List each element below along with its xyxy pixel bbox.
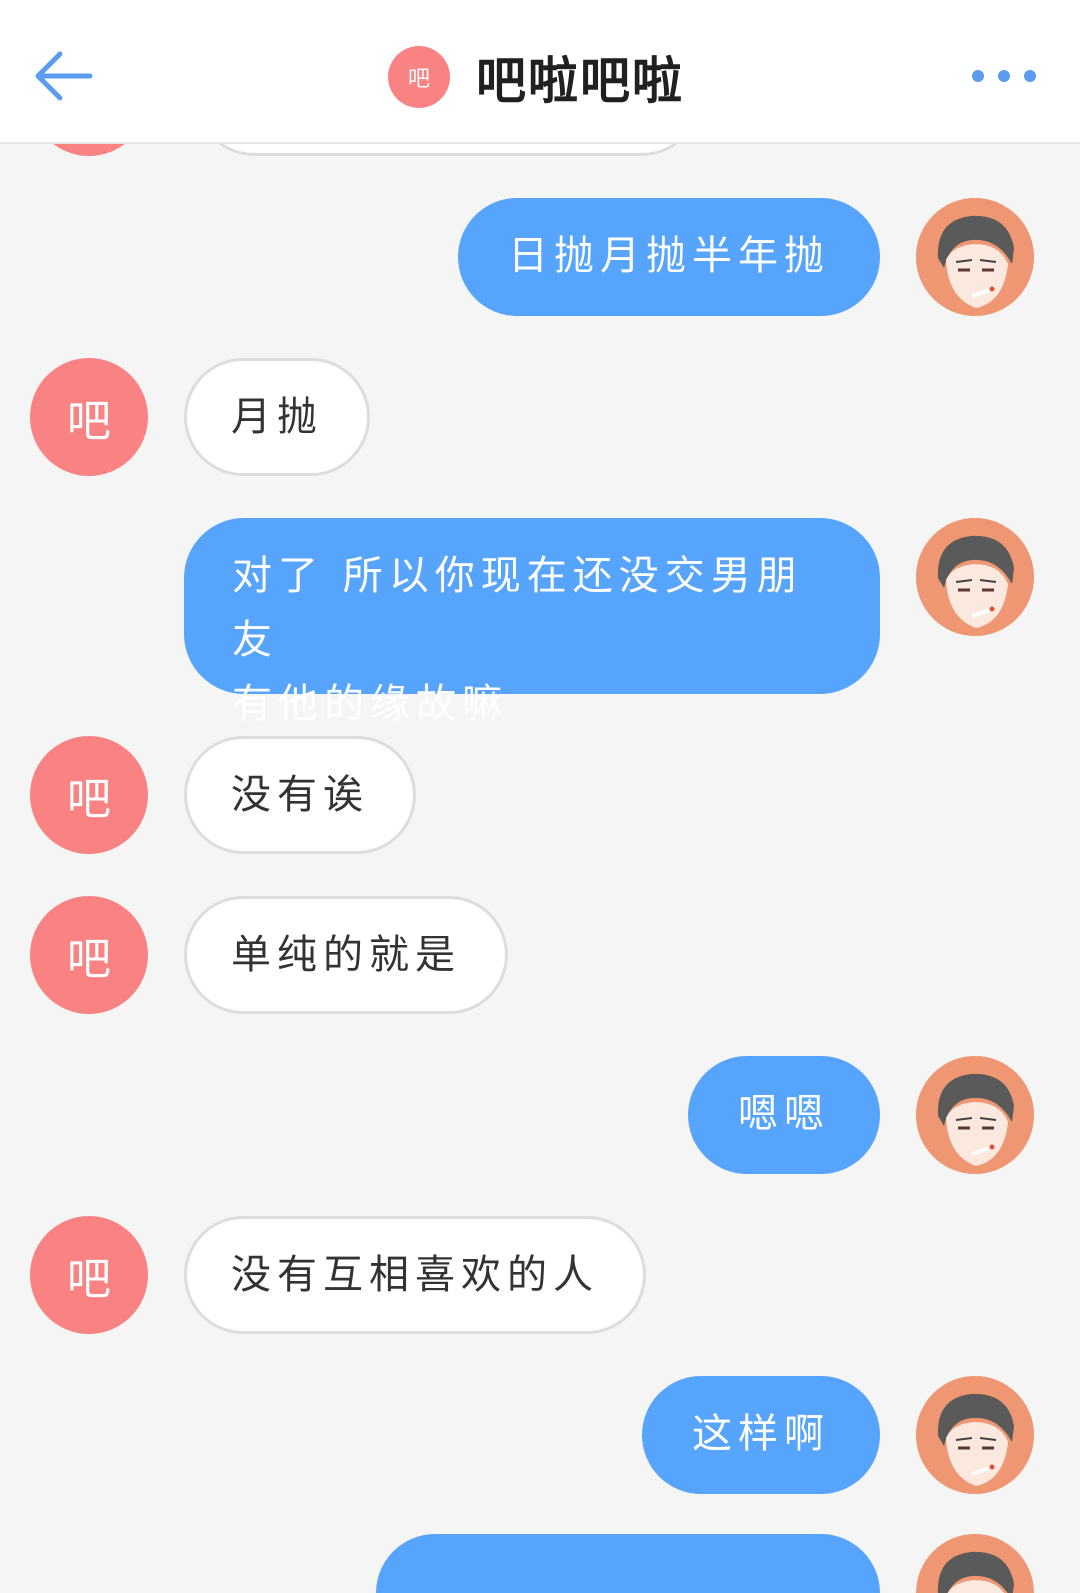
user-avatar[interactable]	[916, 518, 1034, 636]
message-bubble-incoming[interactable]: 月抛	[184, 358, 370, 476]
more-options-button[interactable]	[972, 64, 1036, 88]
message-text: 日抛月抛半年抛	[508, 233, 830, 279]
user-avatar[interactable]	[916, 1056, 1034, 1174]
user-avatar[interactable]	[916, 1376, 1034, 1494]
arrow-left-icon	[35, 51, 93, 101]
message-bubble-outgoing[interactable]: 日抛月抛半年抛	[458, 198, 880, 316]
message-text-line: 对了 所以你现在还没交男朋友	[232, 553, 803, 663]
avatar-illustration	[916, 1056, 1034, 1174]
user-avatar[interactable]	[916, 198, 1034, 316]
avatar-illustration	[916, 518, 1034, 636]
message-bubble-incoming[interactable]: 没有互相喜欢的人	[184, 1216, 646, 1334]
user-avatar-partial[interactable]	[916, 1534, 1034, 1593]
message-bubble-outgoing[interactable]: 对了 所以你现在还没交男朋友 有他的缘故嘛	[184, 518, 880, 727]
contact-avatar[interactable]: 吧	[30, 896, 148, 1014]
contact-avatar[interactable]: 吧	[30, 736, 148, 854]
back-button[interactable]	[32, 46, 96, 106]
avatar-illustration	[916, 1376, 1034, 1494]
message-bubble-outgoing-partial[interactable]	[376, 1534, 880, 1593]
message-text: 这样啊	[692, 1411, 830, 1457]
chat-avatar[interactable]: 吧	[388, 46, 450, 108]
avatar-illustration	[916, 1534, 1034, 1593]
contact-avatar[interactable]: 吧	[30, 358, 148, 476]
message-text: 没有诶	[231, 772, 369, 818]
chat-header: 吧 吧啦吧啦	[0, 0, 1080, 144]
contact-avatar[interactable]: 吧	[30, 1216, 148, 1334]
more-horizontal-icon	[972, 70, 984, 82]
message-text: 嗯嗯	[738, 1091, 830, 1137]
chat-title: 吧啦吧啦	[476, 52, 684, 110]
message-text: 单纯的就是	[231, 932, 461, 978]
message-bubble-outgoing[interactable]: 这样啊	[642, 1376, 880, 1494]
more-horizontal-icon	[998, 70, 1010, 82]
message-text-line: 有他的缘故嘛	[232, 681, 508, 727]
more-horizontal-icon	[1024, 70, 1036, 82]
avatar-illustration	[916, 198, 1034, 316]
message-bubble-outgoing[interactable]: 嗯嗯	[688, 1056, 880, 1174]
message-text: 没有互相喜欢的人	[231, 1252, 599, 1298]
message-text: 月抛	[231, 394, 323, 440]
message-bubble-incoming[interactable]: 没有诶	[184, 736, 416, 854]
chat-area: 日抛月抛半年抛 吧 月抛 对了 所以你现在还没交男朋友 有他的缘故嘛 吧 没有诶…	[0, 0, 1080, 1593]
message-bubble-incoming[interactable]: 单纯的就是	[184, 896, 508, 1014]
chat-title-group[interactable]: 吧 吧啦吧啦	[388, 46, 684, 110]
